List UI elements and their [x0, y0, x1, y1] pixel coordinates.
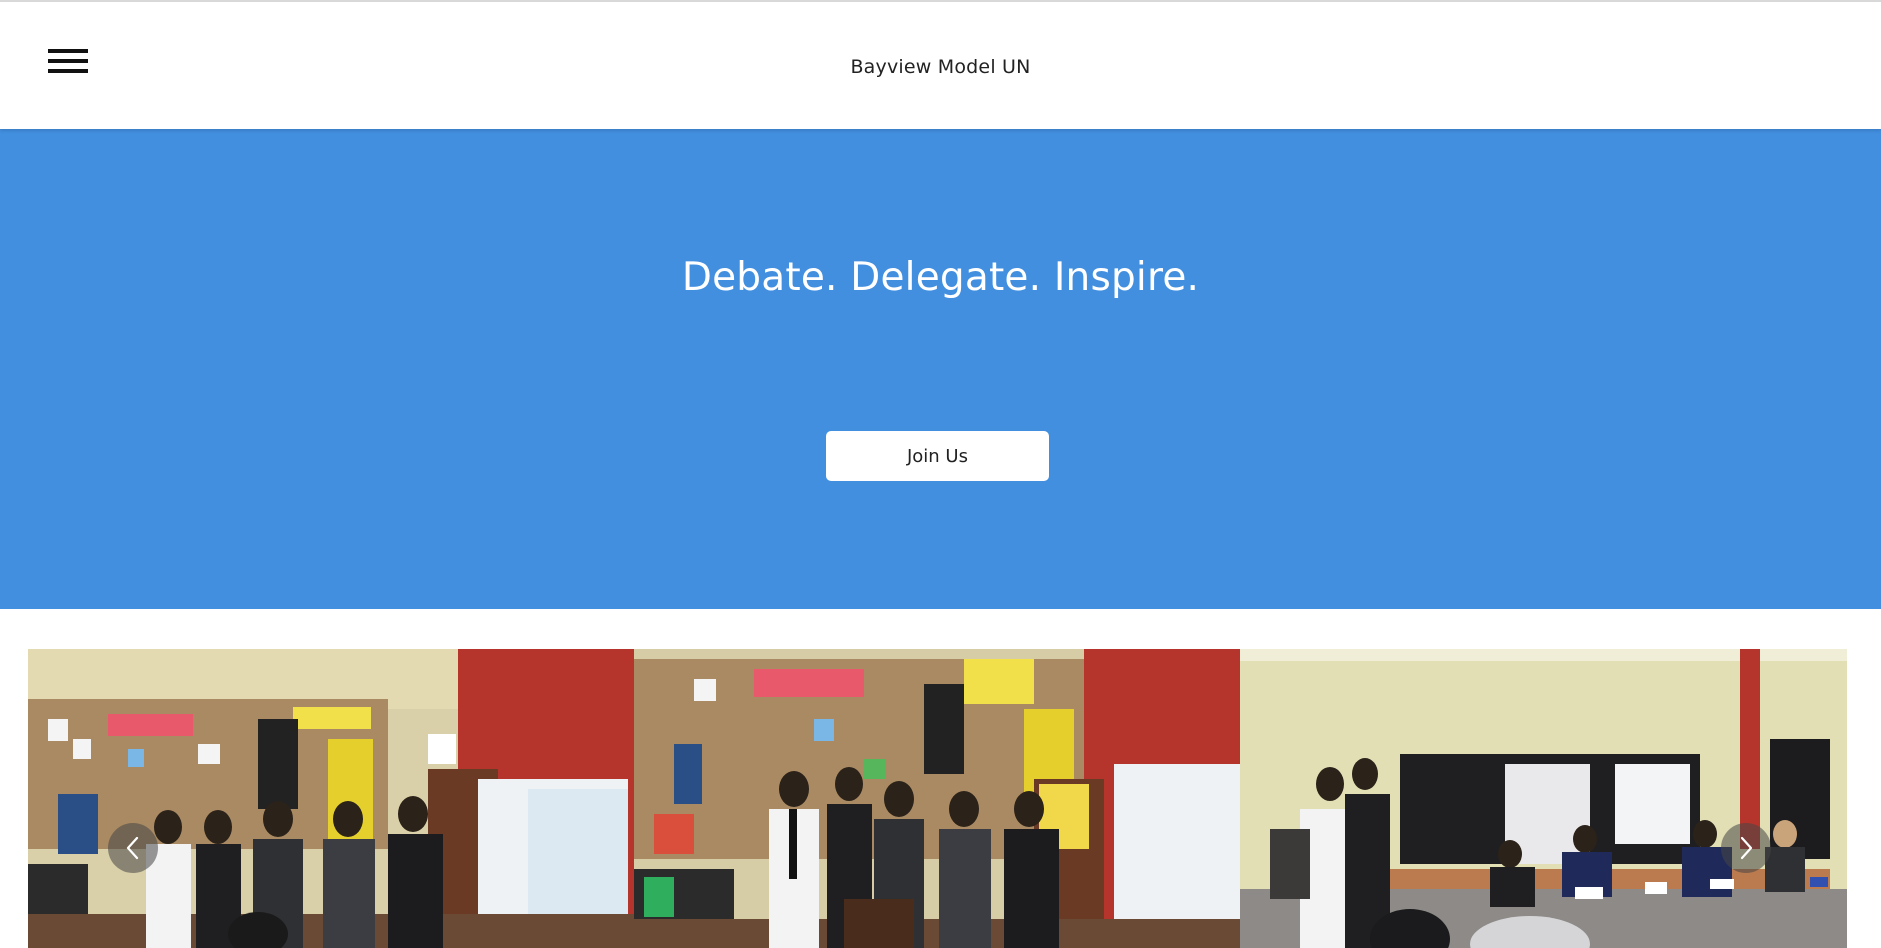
site-header: Bayview Model UN	[0, 2, 1881, 129]
chevron-left-icon	[126, 836, 139, 860]
carousel-prev-button[interactable]	[108, 823, 158, 873]
photo-carousel	[28, 649, 1847, 948]
slide-photo	[28, 649, 634, 948]
site-title[interactable]: Bayview Model UN	[0, 56, 1881, 78]
join-us-button[interactable]: Join Us	[826, 431, 1049, 481]
slide-photo	[1240, 649, 1847, 948]
slide-photo	[634, 649, 1240, 948]
carousel-slide	[28, 649, 634, 948]
carousel-slide	[634, 649, 1240, 948]
carousel-next-button[interactable]	[1721, 823, 1771, 873]
hero-banner: Debate. Delegate. Inspire. Join Us	[0, 129, 1881, 609]
hero-tagline: Debate. Delegate. Inspire.	[681, 255, 1200, 300]
chevron-right-icon	[1740, 836, 1753, 860]
carousel-slide	[1240, 649, 1847, 948]
